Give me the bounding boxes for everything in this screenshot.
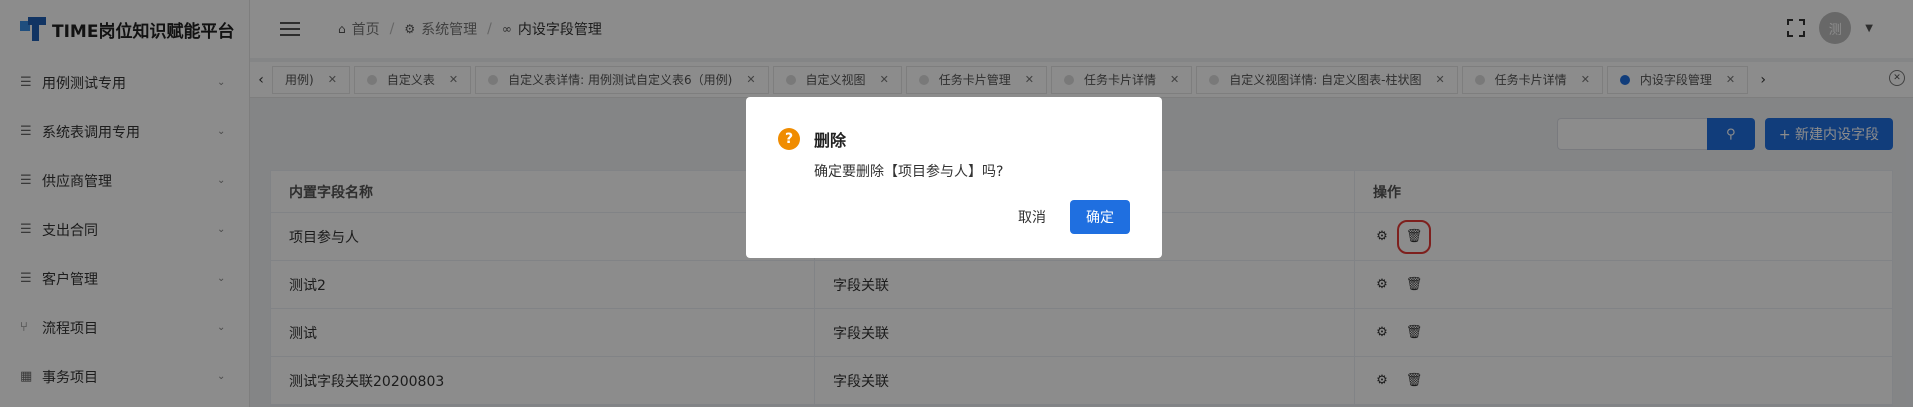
dialog-message: 确定要删除【项目参与人】吗? bbox=[814, 164, 1004, 180]
dialog-title: 删除 bbox=[814, 131, 847, 150]
dialog-actions: 取消 确定 bbox=[1012, 200, 1130, 234]
cancel-button[interactable]: 取消 bbox=[1012, 201, 1052, 233]
confirm-button[interactable]: 确定 bbox=[1070, 200, 1130, 234]
dialog-header: ? 删除 bbox=[778, 127, 1130, 151]
delete-confirm-dialog: ? 删除 确定要删除【项目参与人】吗? 取消 确定 bbox=[746, 97, 1162, 258]
question-warning-icon: ? bbox=[778, 128, 800, 150]
